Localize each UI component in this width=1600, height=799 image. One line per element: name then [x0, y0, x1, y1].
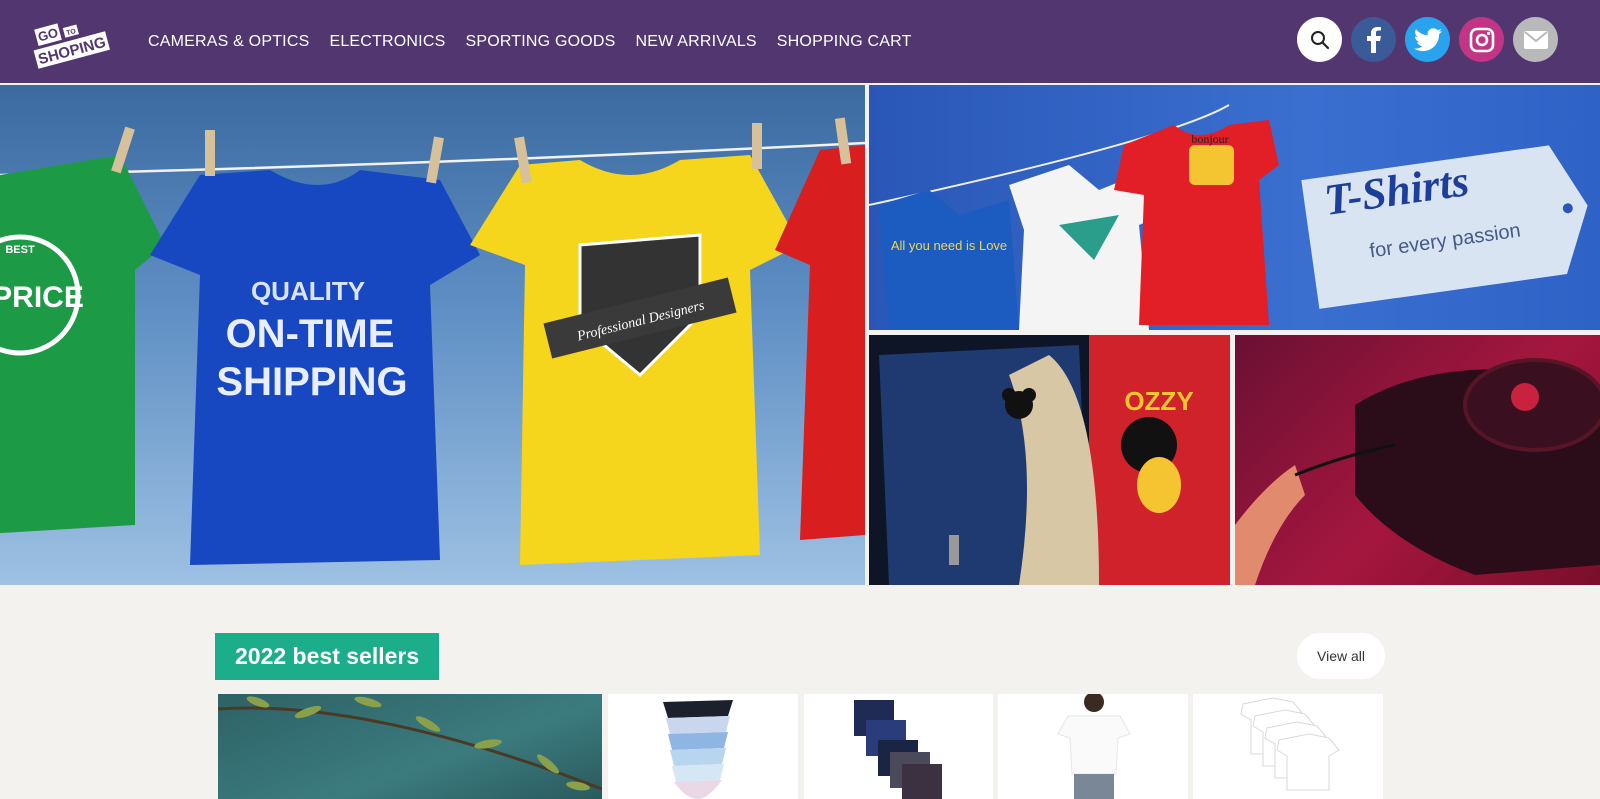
product-card[interactable]: [608, 694, 798, 799]
nav-electronics[interactable]: ELECTRONICS: [329, 33, 445, 51]
social-links: [1297, 17, 1558, 62]
sneaker-illustration: [1235, 358, 1600, 585]
green-shirt-arc: BEST: [5, 244, 35, 256]
facebook-icon: [1366, 26, 1381, 53]
view-all-button[interactable]: View all: [1297, 633, 1385, 679]
blue-shirt-line2: ON-TIME: [226, 312, 395, 356]
twitter-icon: [1413, 27, 1442, 51]
search-button[interactable]: [1297, 17, 1342, 62]
featured-product-card[interactable]: [218, 694, 602, 799]
bonjour-shirt-text: bonjour: [1191, 132, 1228, 146]
product-image-tee-stack: [1240, 697, 1340, 791]
logo[interactable]: GO TO SHOPING: [33, 16, 113, 70]
jacket-banner[interactable]: OZZY: [869, 335, 1230, 585]
mail-icon: [1523, 30, 1548, 49]
product-card[interactable]: [1193, 694, 1383, 799]
main-nav: CAMERAS & OPTICS ELECTRONICS SPORTING GO…: [148, 0, 932, 83]
nav-new-arrivals[interactable]: NEW ARRIVALS: [636, 33, 757, 51]
love-shirt-text: All you need is Love: [891, 238, 1007, 253]
blue-shirt-line1: QUALITY: [251, 276, 365, 306]
logo-go: GO: [36, 25, 59, 45]
product-card[interactable]: [998, 694, 1188, 799]
twitter-button[interactable]: [1405, 17, 1450, 62]
search-icon: [1310, 30, 1329, 49]
tshirts-banner[interactable]: All you need is Love bonjour T-Shirts fo…: [869, 85, 1600, 330]
site-header: GO TO SHOPING CAMERAS & OPTICS ELECTRONI…: [0, 0, 1600, 83]
product-image-underwear: [663, 700, 733, 799]
nav-cameras-optics[interactable]: CAMERAS & OPTICS: [148, 33, 309, 51]
hero-banner[interactable]: PRICE BEST QUALITY ON-TIME SHIPPING Prof…: [0, 85, 865, 585]
product-image-boxers: [854, 700, 942, 799]
olive-branch-image: [218, 696, 602, 791]
best-sellers-title: 2022 best sellers: [215, 633, 440, 680]
tshirts-illustration: All you need is Love bonjour: [869, 104, 1588, 330]
mail-button[interactable]: [1513, 17, 1558, 62]
instagram-icon: [1469, 27, 1494, 52]
sneaker-banner[interactable]: [1235, 335, 1600, 585]
green-shirt-text: PRICE: [0, 281, 84, 314]
facebook-button[interactable]: [1351, 17, 1396, 62]
nav-sporting-goods[interactable]: SPORTING GOODS: [465, 33, 615, 51]
blue-shirt-line3: SHIPPING: [216, 360, 407, 404]
jacket-patch-text: OZZY: [1124, 386, 1193, 416]
jacket-illustration: OZZY: [869, 335, 1230, 585]
product-card[interactable]: [804, 694, 993, 799]
instagram-button[interactable]: [1459, 17, 1504, 62]
nav-shopping-cart[interactable]: SHOPPING CART: [777, 33, 912, 51]
product-image-model-tee: [1057, 694, 1131, 799]
hero-illustration: PRICE BEST QUALITY ON-TIME SHIPPING Prof…: [0, 117, 865, 565]
